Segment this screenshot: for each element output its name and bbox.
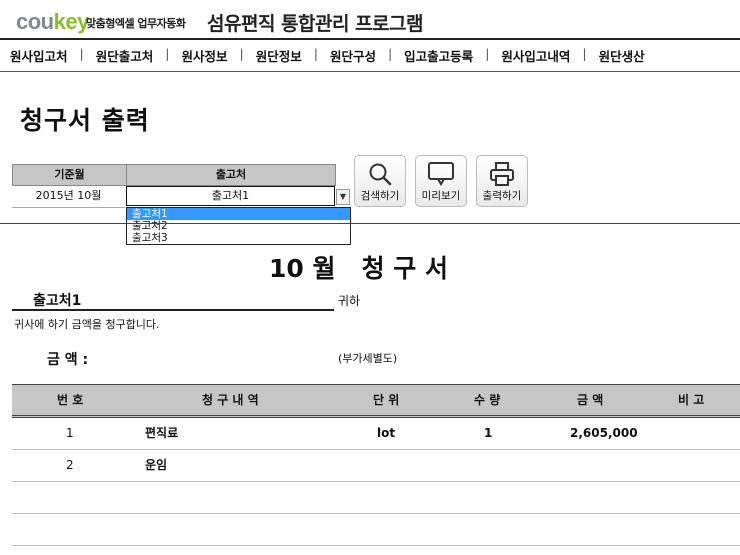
magnifier-icon	[369, 163, 392, 186]
printer-icon	[490, 162, 514, 186]
header-divider	[0, 38, 740, 40]
table-row	[12, 482, 740, 514]
table-row	[12, 514, 740, 546]
vat-note: (부가세별도)	[338, 352, 398, 365]
cell-no: 1	[66, 426, 74, 440]
chevron-down-icon[interactable]: ▼	[336, 189, 350, 205]
col-header-no: 번 호	[57, 393, 84, 407]
search-button[interactable]: 검색하기	[354, 155, 406, 207]
app-title: 섬유편직 통합관리 프로그램	[207, 13, 424, 35]
table-header: 번 호 청 구 내 역 단 위 수 량 금 액 비 고	[12, 384, 740, 418]
cell-no: 2	[66, 458, 74, 472]
dropdown-option[interactable]: 출고처3	[127, 232, 350, 244]
section-divider	[0, 223, 740, 224]
invoice-title: 10 월 청 구 서	[269, 254, 449, 283]
page-title: 청구서 출력	[20, 106, 150, 135]
cell-item: 편직료	[145, 426, 179, 440]
cell-amount: 2,605,000	[570, 426, 638, 440]
destination-select[interactable]: 출고처1	[126, 186, 335, 206]
preview-button-label: 미리보기	[421, 190, 461, 202]
nav-separator: |	[582, 46, 587, 61]
destination-header: 출고처	[126, 164, 336, 186]
monitor-icon	[428, 162, 454, 186]
search-button-label: 검색하기	[360, 190, 400, 202]
nav-item-fabric-composition[interactable]: 원단구성	[330, 46, 376, 66]
coukey-logo: coukey	[16, 9, 89, 34]
col-header-amount: 금 액	[577, 393, 604, 407]
print-button-label: 출력하기	[482, 190, 522, 202]
nav-item-fabric-dest[interactable]: 원단출고처	[96, 46, 154, 66]
col-header-unit: 단 위	[373, 393, 400, 407]
cell-item: 운임	[145, 458, 168, 472]
dropdown-option[interactable]: 출고처1	[127, 208, 350, 220]
month-value[interactable]: 2015년 10월	[12, 186, 125, 206]
nav-separator: |	[387, 46, 393, 61]
col-header-item: 청 구 내 역	[202, 393, 259, 407]
nav-item-yarn-receipts[interactable]: 원사입고내역	[501, 46, 570, 66]
month-header: 기준월	[12, 164, 127, 186]
table-row: 2 운임	[12, 450, 740, 482]
nav-item-fabric-info[interactable]: 원단정보	[256, 46, 302, 66]
col-header-note: 비 고	[678, 393, 705, 407]
nav-separator: |	[239, 46, 244, 61]
recipient-name: 출고처1	[33, 293, 82, 309]
print-button[interactable]: 출력하기	[476, 155, 528, 207]
destination-dropdown-list: 출고처1 출고처2 출고처3	[126, 207, 351, 245]
dropdown-option[interactable]: 출고처2	[127, 220, 350, 232]
nav-item-fabric-production[interactable]: 원단생산	[599, 46, 645, 66]
amount-label: 금 액 :	[47, 352, 89, 368]
nav-item-in-out-register[interactable]: 입고출고등록	[404, 46, 473, 66]
col-header-qty: 수 량	[474, 393, 501, 407]
request-text: 귀사에 하기 금액을 청구합니다.	[14, 318, 160, 331]
slogan: 맞춤형엑셀 업무자동화	[86, 17, 186, 30]
nav-item-yarn-supplier[interactable]: 원사입고처	[10, 46, 68, 66]
main-nav: 원사입고처 | 원단출고처 | 원사정보 | 원단정보 | 원단구성 | 입고출고등록 | …	[10, 46, 645, 66]
nav-divider	[0, 71, 740, 72]
honorific: 귀하	[338, 294, 361, 308]
cell-unit: lot	[377, 426, 396, 440]
nav-separator: |	[79, 46, 84, 61]
nav-item-yarn-info[interactable]: 원사정보	[181, 46, 227, 66]
cell-qty: 1	[484, 426, 493, 440]
table-row: 1 편직료 lot 1 2,605,000	[12, 418, 740, 450]
nav-separator: |	[485, 46, 490, 61]
filter-underline	[12, 207, 125, 208]
preview-button[interactable]: 미리보기	[415, 155, 467, 207]
nav-separator: |	[165, 46, 170, 61]
nav-separator: |	[313, 46, 318, 61]
recipient-underline	[12, 309, 334, 311]
